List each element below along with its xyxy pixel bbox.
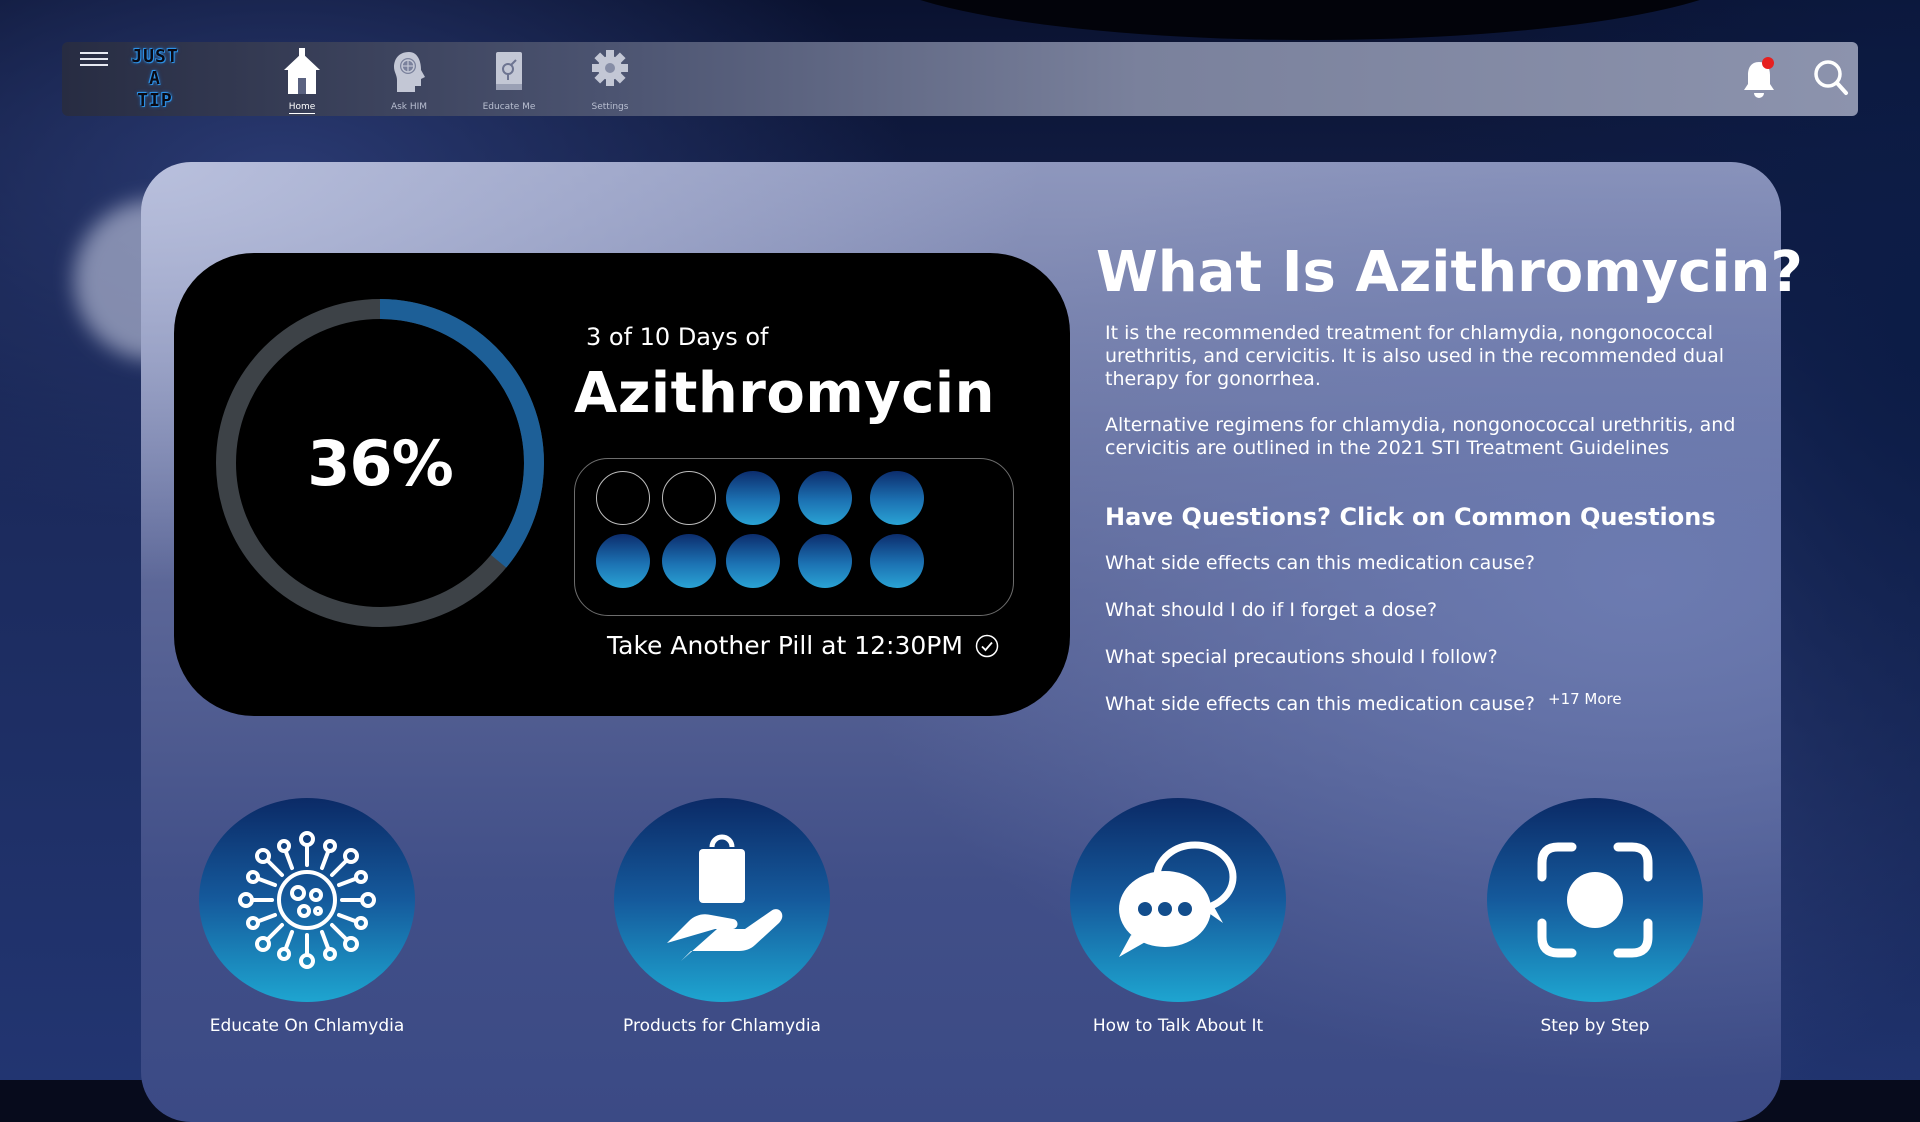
question-link[interactable]: What side effects can this medication ca… — [1105, 552, 1535, 574]
progress-percent: 36% — [307, 426, 453, 500]
check-circle-icon[interactable] — [975, 634, 999, 658]
info-paragraph-1: It is the recommended treatment for chla… — [1105, 322, 1724, 390]
pill-remaining[interactable] — [596, 534, 650, 588]
head-globe-icon — [394, 52, 425, 92]
action-label: Educate On Chlamydia — [209, 1016, 405, 1036]
pill-remaining[interactable] — [870, 471, 924, 525]
nav-label-home: Home — [288, 102, 316, 114]
nav-home[interactable]: Home — [247, 48, 357, 114]
pill-taken[interactable] — [662, 471, 716, 525]
nav-label-settings: Settings — [591, 102, 629, 112]
nav-label-educate-me: Educate Me — [482, 102, 536, 112]
camera-focus-icon — [1537, 842, 1653, 958]
how-to-talk-about-it-button[interactable]: How to Talk About It — [1028, 798, 1328, 1036]
nav-settings[interactable]: Settings — [555, 48, 665, 113]
medication-name: Azithromycin — [574, 361, 995, 426]
home-icon — [284, 48, 320, 94]
action-label: Products for Chlamydia — [623, 1016, 821, 1036]
hand-bag-icon — [667, 834, 783, 961]
pill-remaining[interactable] — [798, 471, 852, 525]
gear-icon — [592, 50, 628, 86]
info-title: What Is Azithromycin? — [1096, 240, 1803, 305]
pill-remaining[interactable] — [726, 471, 780, 525]
book-gender-icon — [496, 52, 522, 90]
info-paragraph-2: Alternative regimens for chlamydia, nong… — [1105, 414, 1736, 459]
search-icon — [1814, 60, 1848, 95]
pill-remaining[interactable] — [870, 534, 924, 588]
next-pill-reminder: Take Another Pill at 12:30PM — [607, 631, 999, 660]
pill-tracker — [574, 458, 1014, 616]
virus-icon — [238, 831, 376, 969]
logo-line: A — [149, 68, 161, 89]
educate-on-chlamydia-button[interactable]: Educate On Chlamydia — [157, 798, 457, 1036]
question-link[interactable]: What side effects can this medication ca… — [1105, 693, 1535, 715]
app-logo: JUST A TIP — [120, 46, 190, 112]
questions-header: Have Questions? Click on Common Question… — [1105, 503, 1716, 531]
step-by-step-button[interactable]: Step by Step — [1445, 798, 1745, 1036]
logo-line: JUST — [131, 46, 179, 67]
bell-icon — [1744, 57, 1774, 98]
medication-tracker-card: 36% 3 of 10 Days of Azithromycin Take An… — [174, 253, 1070, 716]
notifications-button[interactable] — [1740, 56, 1778, 100]
pill-taken[interactable] — [596, 471, 650, 525]
chat-bubbles-icon — [1119, 841, 1237, 957]
days-progress-text: 3 of 10 Days of — [586, 323, 769, 351]
action-label: How to Talk About It — [1092, 1016, 1264, 1036]
logo-line: TIP — [137, 90, 173, 111]
products-for-chlamydia-button[interactable]: Products for Chlamydia — [572, 798, 872, 1036]
pill-remaining[interactable] — [726, 534, 780, 588]
search-button[interactable] — [1812, 58, 1850, 98]
question-link[interactable]: What special precautions should I follow… — [1105, 646, 1498, 668]
hamburger-menu-icon[interactable] — [80, 52, 108, 68]
action-label: Step by Step — [1540, 1016, 1650, 1036]
nav-ask-him[interactable]: Ask HIM — [354, 48, 464, 113]
nav-label-ask-him: Ask HIM — [390, 102, 428, 112]
more-questions-link[interactable]: +17 More — [1548, 690, 1622, 708]
question-link[interactable]: What should I do if I forget a dose? — [1105, 599, 1437, 621]
pill-remaining[interactable] — [662, 534, 716, 588]
pill-remaining[interactable] — [798, 534, 852, 588]
nav-educate-me[interactable]: Educate Me — [454, 48, 564, 113]
top-navigation-bar: JUST A TIP Home Ask HIM Educate Me Setti… — [62, 42, 1858, 116]
next-pill-text: Take Another Pill at 12:30PM — [607, 631, 963, 660]
notification-dot — [1762, 57, 1774, 69]
